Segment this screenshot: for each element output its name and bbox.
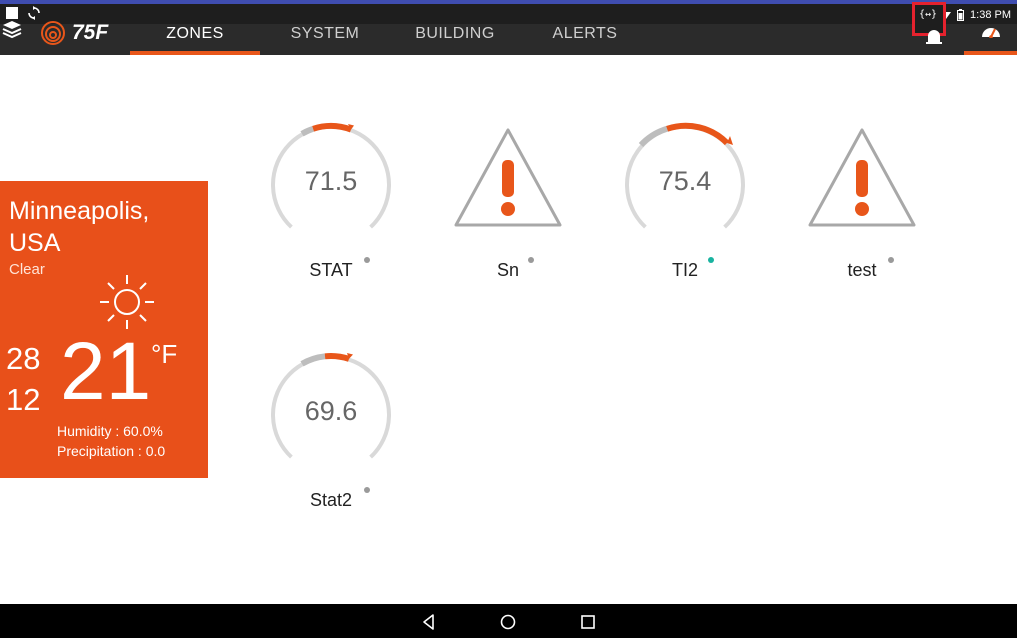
sun-icon bbox=[100, 275, 154, 329]
zone-tile-ti2[interactable]: 75.4 TI2 bbox=[605, 118, 765, 288]
zone-tile-test[interactable]: test bbox=[782, 118, 942, 288]
logo-swirl-icon bbox=[41, 21, 65, 45]
sync-icon bbox=[28, 6, 40, 20]
brand-logo: 75F bbox=[40, 20, 108, 46]
main-nav-tabs: ZONES SYSTEM BUILDING ALERTS bbox=[130, 24, 650, 55]
android-navigation-bar bbox=[0, 604, 1017, 638]
weather-precipitation: Precipitation : 0.0 bbox=[57, 443, 166, 459]
zone-status-dot bbox=[708, 257, 714, 263]
zone-temperature: 69.6 bbox=[304, 396, 358, 426]
weather-humidity: Humidity : 60.0% bbox=[57, 423, 163, 439]
android-status-bar: 1:38 PM bbox=[0, 4, 1017, 24]
zone-name: Sn bbox=[496, 260, 520, 280]
back-icon[interactable] bbox=[420, 613, 438, 631]
weather-card: Minneapolis, USA Clear 28 12 21 °F Humid… bbox=[0, 181, 208, 478]
zone-name: test bbox=[847, 260, 877, 280]
home-icon[interactable] bbox=[499, 613, 517, 631]
zone-name: TI2 bbox=[671, 260, 698, 280]
tab-building[interactable]: BUILDING bbox=[390, 24, 520, 55]
tab-alerts[interactable]: ALERTS bbox=[520, 24, 650, 55]
notification-app-icon bbox=[6, 7, 18, 19]
speedometer-icon bbox=[982, 28, 1000, 38]
weather-city: Minneapolis, USA bbox=[9, 197, 150, 257]
weather-condition: Clear bbox=[9, 261, 45, 278]
weather-low-temp: 12 bbox=[6, 382, 41, 417]
zone-tile-stat2[interactable]: 69.6 Stat2 bbox=[251, 348, 411, 518]
zone-status-dot bbox=[364, 487, 370, 493]
zone-status-dot bbox=[364, 257, 370, 263]
zone-temperature: 71.5 bbox=[304, 166, 358, 196]
bell-icon[interactable] bbox=[924, 28, 944, 46]
weather-current-temp: 21 bbox=[60, 326, 152, 417]
zone-tile-stat[interactable]: 71.5 STAT bbox=[251, 118, 411, 288]
warning-icon bbox=[808, 128, 916, 227]
weather-temp-unit: °F bbox=[151, 339, 178, 369]
weather-high-temp: 28 bbox=[6, 341, 41, 376]
zone-name: Stat2 bbox=[309, 490, 353, 510]
dev-icon-glyph: {↔} bbox=[919, 9, 938, 20]
tab-system[interactable]: SYSTEM bbox=[260, 24, 390, 55]
recents-icon[interactable] bbox=[579, 613, 597, 631]
logo-text: 75F bbox=[72, 21, 109, 44]
tab-zones[interactable]: ZONES bbox=[130, 24, 260, 55]
warning-icon bbox=[454, 128, 562, 227]
zone-name: STAT bbox=[309, 260, 353, 280]
dashboard-tab[interactable] bbox=[964, 20, 1017, 55]
zone-status-dot bbox=[888, 257, 894, 263]
zone-status-dot bbox=[528, 257, 534, 263]
zone-tile-sn[interactable]: Sn bbox=[428, 118, 588, 288]
layers-icon[interactable] bbox=[2, 20, 22, 40]
battery-icon bbox=[957, 9, 965, 21]
zone-temperature: 75.4 bbox=[658, 166, 712, 196]
